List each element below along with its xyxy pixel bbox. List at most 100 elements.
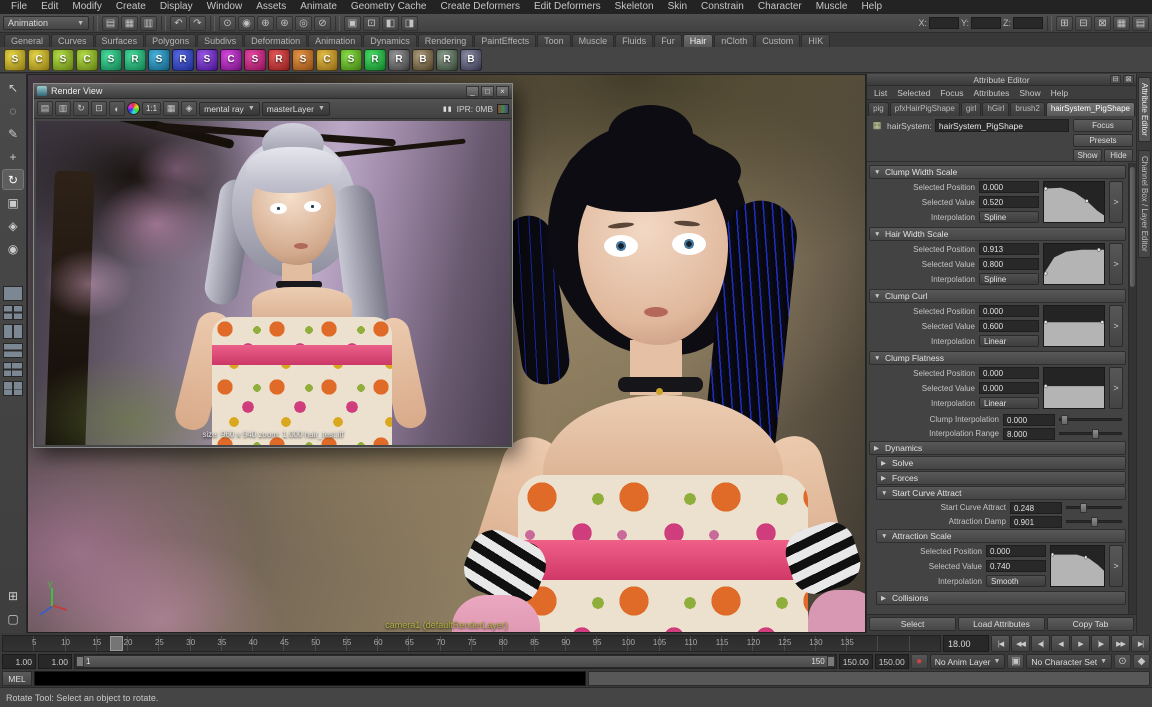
- section-solve[interactable]: ▶ Solve: [876, 456, 1126, 470]
- save-image-icon[interactable]: ▥: [55, 101, 71, 116]
- layout-shortcut-icon[interactable]: ▦: [1113, 16, 1130, 31]
- playback-start-field[interactable]: 1.00: [38, 654, 72, 669]
- shelf-tab[interactable]: PaintEffects: [474, 34, 536, 47]
- interpolation-dropdown[interactable]: Linear: [979, 397, 1039, 409]
- attraction-damp-field[interactable]: 0.901: [1010, 516, 1062, 528]
- select-button[interactable]: Select: [869, 617, 956, 631]
- ramp-preview[interactable]: [1043, 367, 1105, 409]
- shelf-tab[interactable]: Muscle: [572, 34, 615, 47]
- selected-value-field[interactable]: 0.000: [979, 382, 1039, 394]
- group-separator[interactable]: [1047, 16, 1052, 31]
- interpolation-dropdown[interactable]: Linear: [979, 335, 1039, 347]
- menu-item[interactable]: Muscle: [809, 0, 855, 14]
- shelf-hair-icon[interactable]: S: [196, 49, 218, 71]
- ipr-pause-icon[interactable]: ▮▮: [443, 105, 453, 113]
- menu-item[interactable]: Help: [854, 0, 889, 14]
- playback-options-icon[interactable]: ◆: [1133, 654, 1150, 669]
- shelf-hair-icon[interactable]: C: [76, 49, 98, 71]
- attribute-editor-header[interactable]: Attribute Editor ⊟⊠: [867, 74, 1136, 86]
- ramp-expand-button[interactable]: >: [1109, 545, 1123, 587]
- menu-item[interactable]: Skeleton: [608, 0, 661, 14]
- shelf-tab[interactable]: Rendering: [418, 34, 474, 47]
- shelf-tab[interactable]: HIK: [801, 34, 830, 47]
- outliner-toggle-icon[interactable]: ⊞: [2, 585, 24, 606]
- open-image-icon[interactable]: ▤: [37, 101, 53, 116]
- ramp-preview[interactable]: [1043, 305, 1105, 347]
- ae-node-tab[interactable]: pfxHairPigShape: [890, 102, 960, 116]
- menu-item[interactable]: Edit Deformers: [527, 0, 608, 14]
- menu-item[interactable]: Display: [153, 0, 200, 14]
- background-color-swatch[interactable]: [497, 104, 509, 114]
- coordinate-input[interactable]: [929, 17, 959, 29]
- close-panel-icon[interactable]: ⊠: [1123, 75, 1134, 84]
- tear-off-copy-icon[interactable]: ⊟: [1110, 75, 1121, 84]
- range-slider[interactable]: 1 150: [74, 654, 837, 669]
- node-name-field[interactable]: hairSystem_PigShape: [935, 119, 1069, 132]
- snap-to-curve-icon[interactable]: ◉: [238, 16, 255, 31]
- coordinate-input[interactable]: [971, 17, 1001, 29]
- interpolation-dropdown[interactable]: Spline: [979, 211, 1039, 223]
- ramp-expand-button[interactable]: >: [1109, 305, 1123, 347]
- shelf-hair-icon[interactable]: C: [220, 49, 242, 71]
- shelf-hair-icon[interactable]: S: [244, 49, 266, 71]
- tool-button[interactable]: ◈: [2, 215, 24, 236]
- attraction-damp-slider[interactable]: [1066, 520, 1122, 523]
- shelf-tab[interactable]: Polygons: [145, 34, 196, 47]
- snap-to-grid-icon[interactable]: ⊙: [219, 16, 236, 31]
- animation-start-field[interactable]: 1.00: [2, 654, 36, 669]
- menu-item[interactable]: Window: [200, 0, 250, 14]
- rgba-channels-icon[interactable]: [127, 102, 140, 115]
- section-collisions[interactable]: ▶ Collisions: [876, 591, 1126, 605]
- ae-menu-item[interactable]: Selected: [892, 88, 935, 98]
- tool-button[interactable]: ↻: [2, 169, 24, 190]
- shelf-hair-icon[interactable]: S: [292, 49, 314, 71]
- menu-item[interactable]: Modify: [65, 0, 108, 14]
- menu-item[interactable]: Create Deformers: [434, 0, 527, 14]
- menu-item[interactable]: Geometry Cache: [344, 0, 434, 14]
- make-live-icon[interactable]: ⊘: [314, 16, 331, 31]
- layout-shortcut-button[interactable]: [3, 305, 23, 320]
- section-forces[interactable]: ▶ Forces: [876, 471, 1126, 485]
- selected-position-field[interactable]: 0.913: [979, 243, 1039, 255]
- interpolation-range-field[interactable]: 8.000: [1003, 428, 1055, 440]
- redo-render-icon[interactable]: ↻: [73, 101, 89, 116]
- render-region-icon[interactable]: ⊡: [91, 101, 107, 116]
- close-panel-icon[interactable]: ⊠: [1094, 16, 1111, 31]
- shelf-hair-icon[interactable]: R: [268, 49, 290, 71]
- group-separator[interactable]: [210, 16, 215, 31]
- shelf-hair-icon[interactable]: S: [340, 49, 362, 71]
- shelf-tab[interactable]: Hair: [683, 34, 714, 47]
- shelf-hair-icon[interactable]: B: [460, 49, 482, 71]
- play-forwards-button[interactable]: ▶: [1071, 635, 1090, 652]
- anim-layer-dropdown[interactable]: No Anim Layer ▼: [930, 654, 1006, 669]
- shelf-tab[interactable]: Surfaces: [95, 34, 145, 47]
- show-button[interactable]: Show: [1073, 149, 1102, 162]
- shelf-hair-icon[interactable]: C: [28, 49, 50, 71]
- vertical-panel-tab[interactable]: Channel Box / Layer Editor: [1138, 150, 1151, 258]
- shelf-tab[interactable]: Curves: [51, 34, 94, 47]
- play-backwards-button[interactable]: ◀: [1051, 635, 1070, 652]
- ramp-expand-button[interactable]: >: [1109, 181, 1123, 223]
- shelf-hair-icon[interactable]: S: [100, 49, 122, 71]
- load-attributes-button[interactable]: Load Attributes: [958, 617, 1045, 631]
- group-separator[interactable]: [161, 16, 166, 31]
- shelf-tab[interactable]: Animation: [308, 34, 362, 47]
- display-channels-icon[interactable]: ▦: [163, 101, 179, 116]
- ae-node-tab[interactable]: pig: [868, 102, 889, 116]
- shelf-hair-icon[interactable]: S: [148, 49, 170, 71]
- scrollbar-thumb[interactable]: [1130, 167, 1135, 287]
- ae-node-tab[interactable]: brush2: [1010, 102, 1044, 116]
- tool-button[interactable]: ▣: [2, 192, 24, 213]
- layout-shortcut-button[interactable]: [3, 324, 23, 339]
- group-separator[interactable]: [335, 16, 340, 31]
- ramp-expand-button[interactable]: >: [1109, 367, 1123, 409]
- selected-value-field[interactable]: 0.800: [979, 258, 1039, 270]
- time-slider[interactable]: 5101520253035404550556065707580859095100…: [2, 635, 941, 652]
- anim-layer-options-icon[interactable]: ▣: [1007, 654, 1024, 669]
- perspective-viewport[interactable]: Y camera1 (defaultRenderLayer) Render Vi…: [27, 74, 866, 633]
- section-clump-flatness[interactable]: ▼ Clump Flatness: [869, 351, 1126, 365]
- group-separator[interactable]: [93, 16, 98, 31]
- ae-menu-item[interactable]: Focus: [935, 88, 968, 98]
- current-time-indicator[interactable]: [110, 636, 123, 651]
- layout-shortcut-button[interactable]: [3, 343, 23, 358]
